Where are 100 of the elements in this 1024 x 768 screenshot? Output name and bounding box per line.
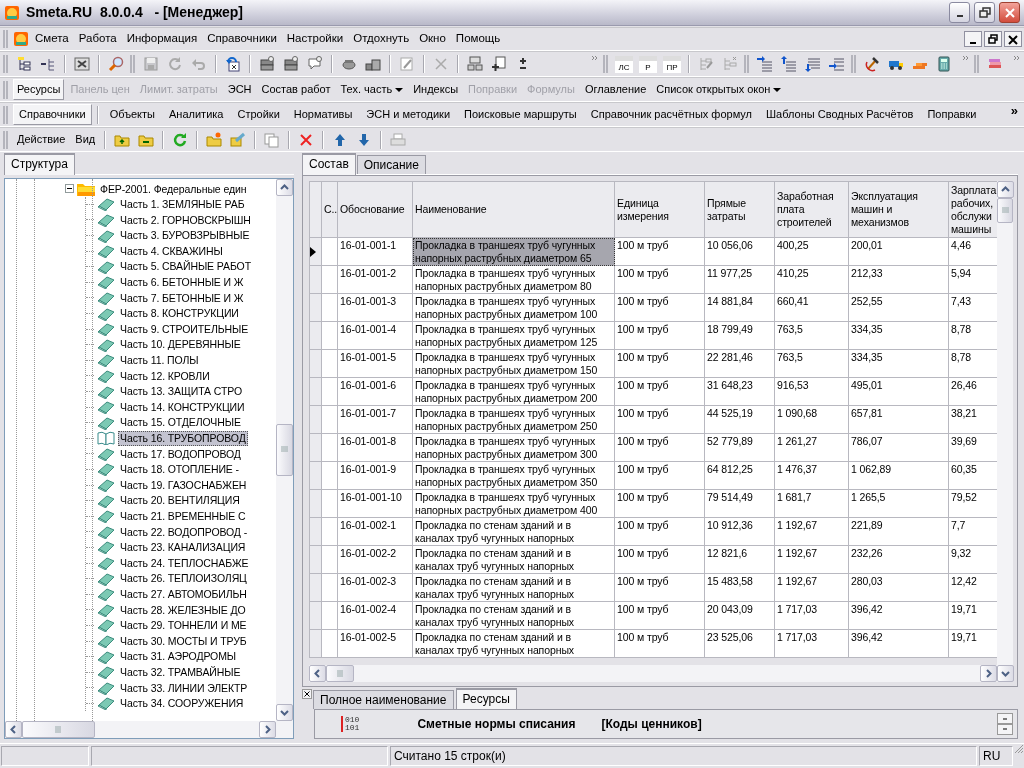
tab[interactable]: Поправки: [921, 103, 983, 126]
overflow-chevron[interactable]: »: [1010, 103, 1018, 119]
column-header[interactable]: Эксплуатация машин и механизмов: [848, 181, 949, 238]
tree-item[interactable]: Часть 32. ТРАМВАЙНЫЕ: [118, 664, 243, 680]
add-document-icon[interactable]: [491, 56, 507, 72]
tab[interactable]: ЭСН и методики: [360, 103, 457, 126]
column-header[interactable]: Наименование: [412, 181, 615, 238]
collapse-icon[interactable]: [65, 184, 74, 194]
tab[interactable]: Описание: [356, 154, 426, 174]
refresh-icon[interactable]: [167, 56, 183, 72]
document-button[interactable]: ПР: [663, 55, 681, 73]
tab[interactable]: Справочник расчётных формул: [584, 103, 758, 126]
menu-item[interactable]: Работа: [74, 30, 121, 48]
column-header[interactable]: Прямые затраты: [704, 181, 775, 238]
menu-button[interactable]: Действие: [13, 128, 70, 151]
toolbar-button[interactable]: Список открытых окон: [652, 78, 786, 101]
menu-item[interactable]: Смета: [31, 30, 73, 48]
tree-delete-icon[interactable]: [722, 56, 738, 72]
blocks-icon[interactable]: [467, 56, 483, 72]
tab[interactable]: Шаблоны Сводных Расчётов: [760, 103, 920, 126]
blocks-icon[interactable]: [365, 56, 381, 72]
calculator-icon[interactable]: [936, 56, 952, 72]
tree-item[interactable]: Часть 16. ТРУБОПРОВОД: [118, 431, 248, 446]
vertical-scrollbar[interactable]: [276, 179, 293, 721]
tree-item[interactable]: Часть 26. ТЕПЛОИЗОЛЯЦ: [118, 571, 249, 586]
vertical-scrollbar[interactable]: [997, 181, 1013, 682]
menu-item[interactable]: Информация: [122, 30, 202, 48]
tree-item[interactable]: Часть 24. ТЕПЛОСНАБЖЕ: [118, 555, 251, 571]
chevron-icon[interactable]: [1014, 55, 1020, 61]
tree-item[interactable]: Часть 30. МОСТЫ И ТРУБ: [118, 633, 249, 649]
toolbar-button[interactable]: ЭСН: [223, 78, 256, 101]
toolbar-grip[interactable]: [603, 55, 608, 73]
tree-item[interactable]: Часть 20. ВЕНТИЛЯЦИЯ: [118, 493, 242, 508]
horizontal-scrollbar[interactable]: [5, 721, 276, 738]
menu-item[interactable]: Отдохнуть: [349, 30, 414, 48]
tree-item[interactable]: Часть 28. ЖЕЛЕЗНЫЕ ДО: [118, 602, 248, 618]
toolbar-grip[interactable]: [974, 55, 979, 73]
row-indicator[interactable]: [309, 237, 322, 266]
scroll-thumb[interactable]: [326, 665, 355, 682]
scroll-thumb[interactable]: [22, 721, 95, 738]
tree-item[interactable]: Часть 11. ПОЛЫ: [118, 353, 201, 368]
tree-item[interactable]: Часть 21. ВРЕМЕННЫЕ С: [118, 508, 248, 524]
tree-item[interactable]: Часть 4. СКВАЖИНЫ: [118, 243, 225, 259]
scroll-thumb[interactable]: [276, 423, 293, 477]
toolbar-grip[interactable]: [744, 55, 749, 73]
toolbar-button[interactable]: Оглавление: [580, 78, 651, 101]
tree-item[interactable]: Часть 18. ОТОПЛЕНИЕ -: [118, 462, 241, 477]
tree-item[interactable]: Часть 29. ТОННЕЛИ И МЕ: [118, 618, 249, 633]
chevron-icon[interactable]: [592, 55, 598, 61]
toolbar-button[interactable]: Индексы: [409, 78, 463, 101]
toolbar-button[interactable]: Тех. часть: [336, 78, 408, 101]
search-icon[interactable]: [108, 56, 124, 72]
menu-button[interactable]: Вид: [71, 128, 100, 151]
toolbar-grip[interactable]: [130, 55, 135, 73]
tree-item[interactable]: Часть 1. ЗЕМЛЯНЫЕ РАБ: [118, 197, 247, 212]
tree-item[interactable]: Часть 8. КОНСТРУКЦИИ: [118, 306, 241, 321]
hammer-sickle-icon[interactable]: [864, 56, 880, 72]
close-icon[interactable]: [1006, 32, 1020, 46]
tree-item[interactable]: ФЕР-2001. Федеральные един: [98, 181, 249, 197]
spreadsheet-icon[interactable]: [74, 56, 90, 72]
delete-icon[interactable]: [298, 131, 315, 148]
document-button[interactable]: Р: [639, 55, 657, 73]
indent-icon[interactable]: [757, 56, 773, 72]
menu-item[interactable]: Справочники: [203, 30, 281, 48]
document-undo-icon[interactable]: [225, 56, 241, 72]
tree-item[interactable]: Часть 10. ДЕРЕВЯННЫЕ: [118, 337, 243, 353]
column-header[interactable]: Обоснование: [337, 181, 413, 238]
resize-grip-icon[interactable]: [1014, 744, 1024, 754]
tree-item[interactable]: Часть 31. АЭРОДРОМЫ: [118, 649, 239, 664]
tree-item[interactable]: Часть 33. ЛИНИИ ЭЛЕКТР: [118, 680, 250, 696]
menu-item[interactable]: Помощь: [451, 30, 505, 48]
tree-item[interactable]: Часть 22. ВОДОПРОВОД -: [118, 524, 250, 540]
tree-item[interactable]: Часть 2. ГОРНОВСКРЫШН: [118, 212, 253, 228]
tree-item[interactable]: Часть 15. ОТДЕЛОЧНЫЕ: [118, 415, 243, 430]
tree-item[interactable]: Часть 6. БЕТОННЫЕ И Ж: [118, 275, 246, 290]
tree-item[interactable]: Часть 34. СООРУЖЕНИЯ: [118, 696, 246, 711]
tree-item[interactable]: Часть 17. ВОДОПРОВОД: [118, 446, 243, 462]
tree-edit-icon[interactable]: [698, 56, 714, 72]
tab[interactable]: Полное наименование: [313, 689, 454, 709]
column-header[interactable]: Заработная плата строителей: [774, 181, 849, 238]
tree-item[interactable]: Часть 3. БУРОВЗРЫВНЫЕ: [118, 228, 252, 243]
toolbar-grip[interactable]: [3, 55, 8, 73]
tree-item[interactable]: Часть 5. СВАЙНЫЕ РАБОТ: [118, 259, 253, 275]
horizontal-scrollbar[interactable]: [309, 665, 997, 682]
toolbar-grip[interactable]: [3, 30, 8, 48]
tree-item[interactable]: Часть 9. СТРОИТЕЛЬНЫЕ: [118, 321, 251, 337]
refresh-icon[interactable]: [172, 131, 189, 148]
tab[interactable]: Ресурсы: [455, 687, 517, 710]
toolbar-grip[interactable]: [3, 105, 8, 124]
tab[interactable]: Нормативы: [287, 103, 359, 126]
delete-icon[interactable]: [433, 56, 449, 72]
tab[interactable]: Справочники: [13, 103, 92, 126]
tree-item[interactable]: Часть 12. КРОВЛИ: [118, 368, 212, 384]
tree-item[interactable]: Часть 23. КАНАЛИЗАЦИЯ: [118, 540, 248, 555]
menu-item[interactable]: Настройки: [282, 30, 348, 48]
tree-arrow-icon[interactable]: [40, 56, 56, 72]
folder-brush-icon[interactable]: [230, 131, 247, 148]
copy-icon[interactable]: [264, 131, 281, 148]
edit-icon[interactable]: [399, 56, 415, 72]
column-header[interactable]: Зарплата рабочих, обслужи машины: [948, 181, 997, 238]
